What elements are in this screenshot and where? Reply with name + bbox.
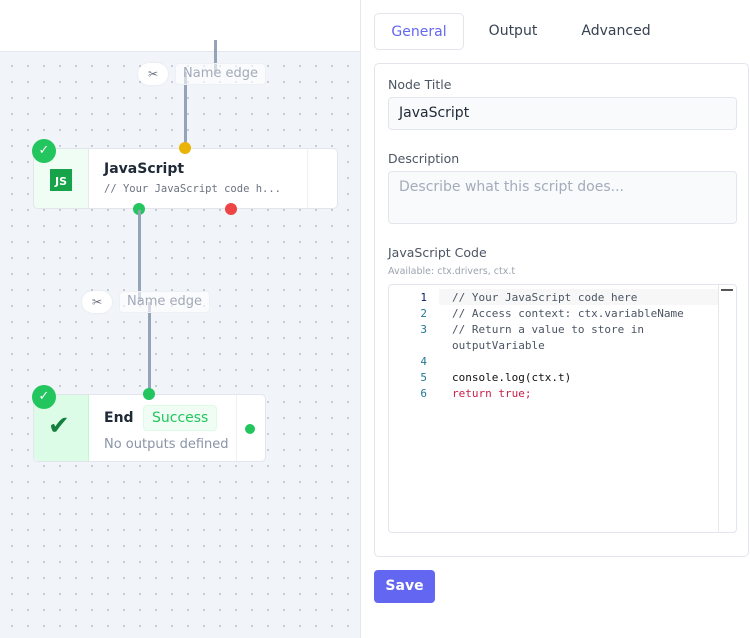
tab-advanced[interactable]: Advanced: [566, 13, 666, 50]
edge-name-input[interactable]: Name edge: [119, 291, 210, 313]
error-output-handle[interactable]: [225, 203, 237, 215]
scissors-icon[interactable]: ✂: [82, 291, 112, 313]
line-number: 5: [420, 371, 427, 384]
code-line: console.log(ctx.t): [452, 371, 572, 384]
properties-panel: General Output Advanced Node Title JavaS…: [360, 0, 750, 638]
success-check-icon: ✓: [32, 385, 56, 409]
description-label: Description: [388, 151, 460, 166]
save-button[interactable]: Save: [374, 570, 435, 603]
code-line: outputVariable: [452, 339, 545, 352]
edge-line[interactable]: [138, 210, 141, 302]
tab-output[interactable]: Output: [473, 13, 553, 50]
checkmark-icon: ✔: [48, 411, 70, 441]
line-number: 3: [420, 323, 427, 336]
code-line: // Your JavaScript code here: [452, 291, 638, 304]
javascript-node[interactable]: JS JavaScript // Your JavaScript code h.…: [33, 148, 338, 209]
node-title-input[interactable]: JavaScript: [388, 97, 737, 130]
output-handle[interactable]: [245, 424, 255, 434]
node-divider: [307, 149, 308, 208]
node-title-label: Node Title: [388, 77, 452, 92]
editor-scrollbar[interactable]: [718, 285, 719, 532]
node-subtitle: No outputs defined: [104, 437, 229, 452]
end-node[interactable]: ✔ End Success No outputs defined: [33, 394, 266, 462]
line-number: 6: [420, 387, 427, 400]
edge-name-input[interactable]: Name edge: [175, 63, 266, 85]
canvas-top-node: [0, 0, 360, 52]
code-line: return true;: [452, 387, 532, 400]
scissors-icon[interactable]: ✂: [138, 63, 168, 85]
edge-line[interactable]: [148, 302, 151, 394]
node-title: End: [104, 410, 134, 426]
description-textarea[interactable]: Describe what this script does...: [388, 171, 737, 224]
general-settings-card: Node Title JavaScript Description Descri…: [374, 63, 749, 557]
minimap-indicator: [721, 289, 733, 291]
line-number: 1: [420, 291, 427, 304]
line-number: 4: [420, 355, 427, 368]
input-handle[interactable]: [143, 388, 155, 400]
status-badge: Success: [143, 405, 218, 431]
code-label: JavaScript Code: [388, 245, 487, 260]
success-check-icon: ✓: [32, 139, 56, 163]
node-title: JavaScript: [104, 161, 185, 177]
code-editor[interactable]: 1 // Your JavaScript code here 2 // Access …: [388, 284, 737, 533]
node-divider: [236, 395, 237, 461]
workflow-canvas[interactable]: ✂ Name edge JS JavaScript // Your JavaSc…: [0, 0, 360, 638]
js-icon: JS: [50, 169, 72, 191]
code-line: // Access context: ctx.variableName: [452, 307, 684, 320]
tab-general[interactable]: General: [374, 13, 464, 50]
line-number: 2: [420, 307, 427, 320]
code-line: // Return a value to store in: [452, 323, 645, 336]
code-hint: Available: ctx.drivers, ctx.t: [388, 266, 516, 277]
input-handle[interactable]: [179, 142, 191, 154]
node-subtitle: // Your JavaScript code h...: [104, 183, 282, 195]
